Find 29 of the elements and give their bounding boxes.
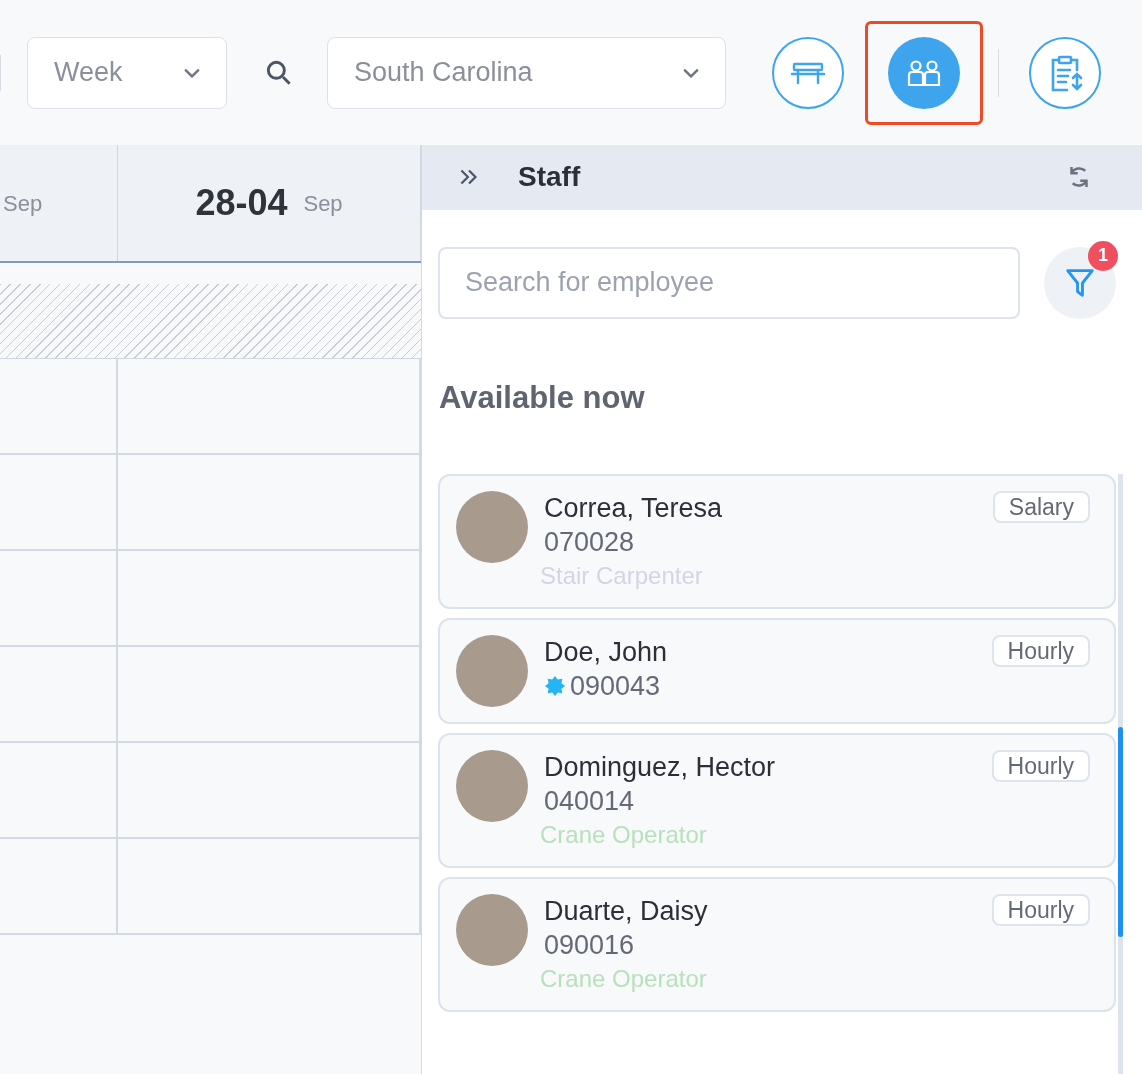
date-number: 28-04 xyxy=(195,181,288,225)
month-label: Sep xyxy=(303,189,343,218)
search-field[interactable]: Search for employee xyxy=(438,246,1020,319)
employee-name: Dominguez, Hector xyxy=(544,751,777,784)
pay-type-tag: Hourly xyxy=(991,894,1090,926)
employee-id: 090043 xyxy=(570,670,661,703)
employee-card[interactable]: Duarte, Daisy 090016 Crane Operator Hourly xyxy=(438,877,1116,1012)
chevron-down-icon xyxy=(683,67,699,78)
bench-icon xyxy=(790,60,826,85)
employee-name: Duarte, Daisy xyxy=(544,895,709,928)
employee-id: 040014 xyxy=(544,785,635,818)
chevron-down-icon xyxy=(184,67,200,78)
pay-type-tag: Salary xyxy=(992,491,1090,523)
panel-title: Staff xyxy=(518,160,581,195)
section-title: Available now xyxy=(438,378,646,417)
employee-name: Doe, John xyxy=(544,636,669,669)
employee-name: Correa, Teresa xyxy=(544,492,724,525)
month-label: Sep xyxy=(3,189,43,218)
filter-icon xyxy=(1065,266,1095,299)
employee-card[interactable]: Dominguez, Hector 040014 Crane Operator Hourly xyxy=(438,733,1116,868)
job-role: Crane Operator xyxy=(540,964,708,994)
people-icon xyxy=(906,58,942,87)
employee-card[interactable]: Doe, John 090043 Hourly xyxy=(438,618,1116,724)
employee-id: 070028 xyxy=(544,526,635,559)
filter-count-badge: 1 xyxy=(1088,240,1118,271)
employee-id: 090016 xyxy=(544,929,635,962)
pay-type-tag: Hourly xyxy=(991,750,1090,782)
job-role: Crane Operator xyxy=(540,820,708,850)
pay-type-tag: Hourly xyxy=(991,635,1090,667)
